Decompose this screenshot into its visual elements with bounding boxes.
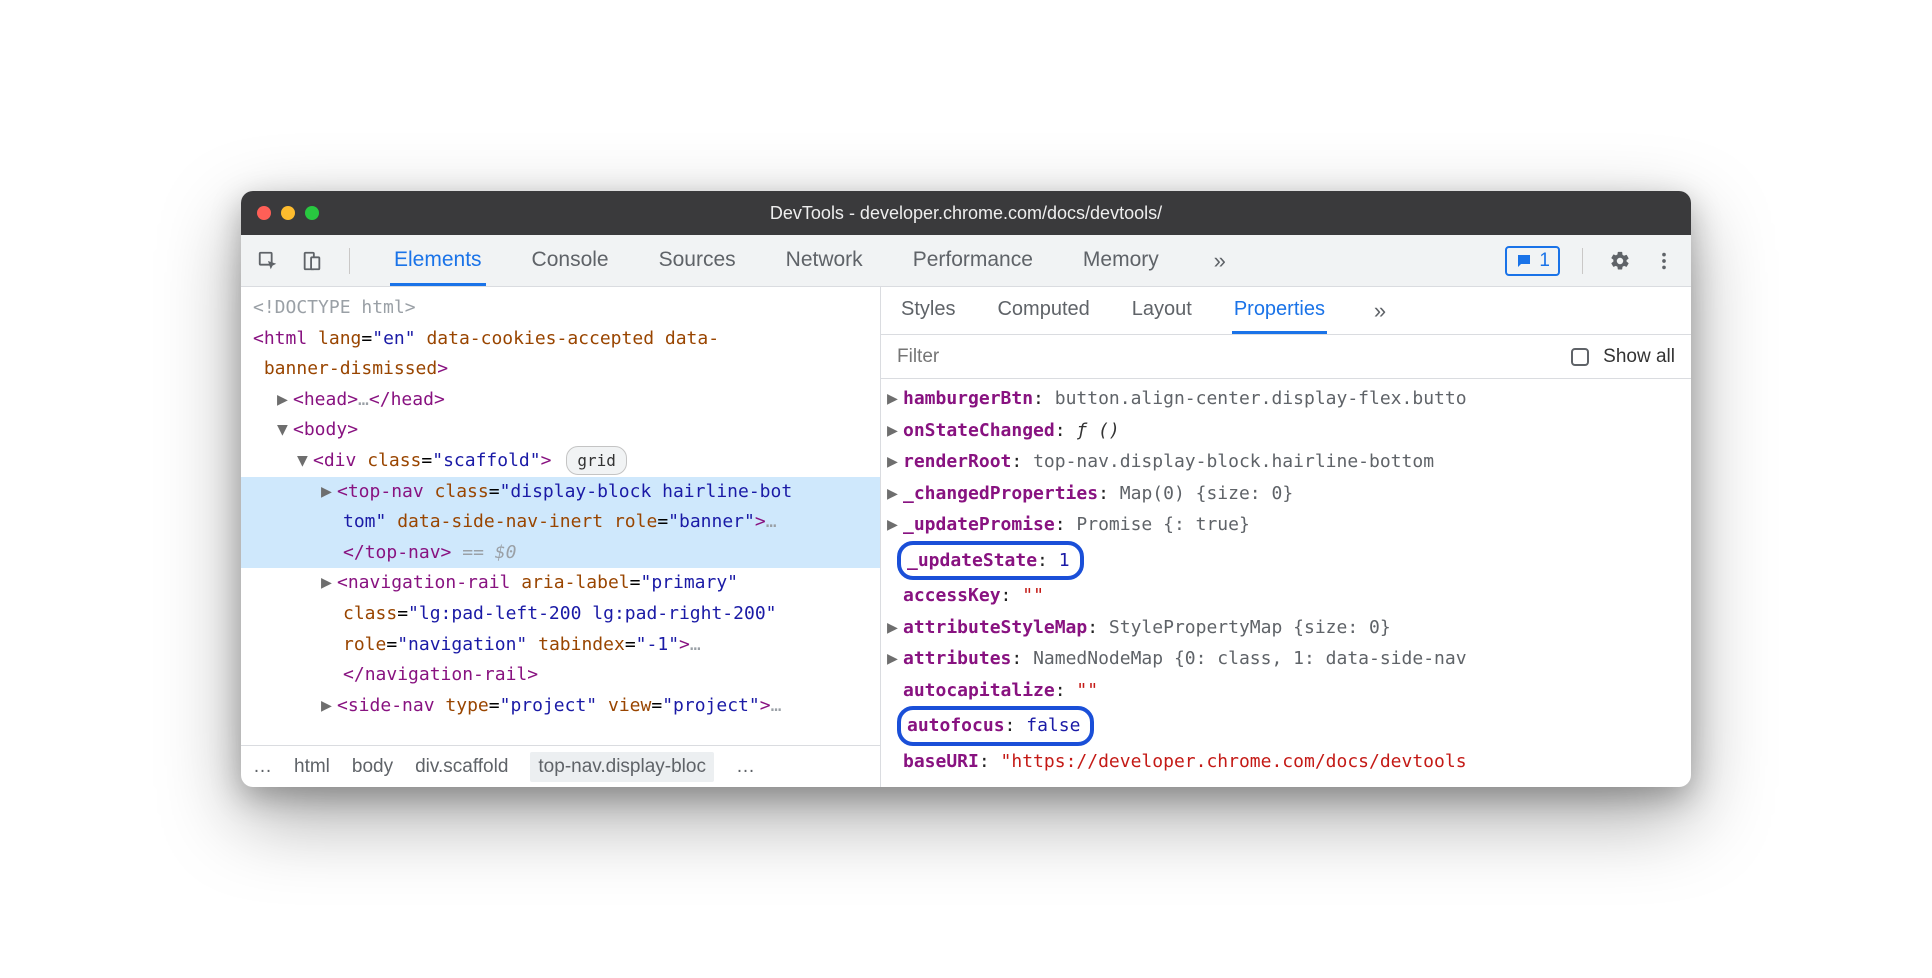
- breadcrumb-more-end[interactable]: …: [736, 756, 755, 778]
- property-row[interactable]: ▶renderRoot: top-nav.display-block.hairl…: [881, 446, 1691, 478]
- tab-network[interactable]: Network: [782, 236, 867, 286]
- maximize-window-button[interactable]: [305, 206, 319, 220]
- devtools-window: DevTools - developer.chrome.com/docs/dev…: [241, 191, 1691, 787]
- dom-selected-close[interactable]: </top-nav> == $0: [241, 538, 880, 569]
- main-tabs: Elements Console Sources Network Perform…: [390, 236, 1235, 286]
- close-window-button[interactable]: [257, 206, 271, 220]
- toolbar-divider: [1582, 248, 1583, 274]
- more-side-tabs-icon[interactable]: »: [1365, 296, 1395, 326]
- breadcrumb-body[interactable]: body: [352, 756, 393, 778]
- filter-input[interactable]: [897, 346, 1557, 368]
- breadcrumb-html[interactable]: html: [294, 756, 330, 778]
- kebab-menu-icon[interactable]: [1649, 246, 1679, 276]
- main-toolbar: Elements Console Sources Network Perform…: [241, 235, 1691, 287]
- show-all-checkbox[interactable]: [1571, 348, 1589, 366]
- dom-navigation-rail[interactable]: ▶<navigation-rail aria-label="primary": [241, 568, 880, 599]
- property-row[interactable]: ▶attributeStyleMap: StylePropertyMap {si…: [881, 612, 1691, 644]
- property-row[interactable]: ▶hamburgerBtn: button.align-center.displ…: [881, 383, 1691, 415]
- tab-properties[interactable]: Properties: [1232, 288, 1327, 334]
- filter-row: Show all: [881, 335, 1691, 379]
- elements-panel: <!DOCTYPE html> <html lang="en" data-coo…: [241, 287, 881, 787]
- tab-computed[interactable]: Computed: [995, 288, 1091, 334]
- titlebar: DevTools - developer.chrome.com/docs/dev…: [241, 191, 1691, 235]
- dom-tree[interactable]: <!DOCTYPE html> <html lang="en" data-coo…: [241, 287, 880, 745]
- property-row[interactable]: ▶attributes: NamedNodeMap {0: class, 1: …: [881, 643, 1691, 675]
- dom-selected-node-cont[interactable]: tom" data-side-nav-inert role="banner">…: [241, 507, 880, 538]
- dom-side-nav[interactable]: ▶<side-nav type="project" view="project"…: [241, 691, 880, 722]
- dom-doctype[interactable]: <!DOCTYPE html>: [241, 293, 880, 324]
- tab-sources[interactable]: Sources: [655, 236, 740, 286]
- property-row[interactable]: baseURI: "https://developer.chrome.com/d…: [881, 746, 1691, 778]
- dom-navigation-rail-cont[interactable]: class="lg:pad-left-200 lg:pad-right-200": [241, 599, 880, 630]
- window-controls: [257, 206, 319, 220]
- issues-count: 1: [1539, 250, 1550, 272]
- show-all-label: Show all: [1603, 346, 1675, 368]
- window-title: DevTools - developer.chrome.com/docs/dev…: [770, 203, 1162, 224]
- inspect-element-icon[interactable]: [253, 246, 283, 276]
- property-row[interactable]: autocapitalize: "": [881, 675, 1691, 707]
- property-row[interactable]: _updateState: 1: [881, 541, 1691, 581]
- properties-list[interactable]: ▶hamburgerBtn: button.align-center.displ…: [881, 379, 1691, 787]
- property-row[interactable]: ▶onStateChanged: ƒ (): [881, 415, 1691, 447]
- breadcrumb-scaffold[interactable]: div.scaffold: [415, 756, 508, 778]
- property-row[interactable]: autofocus: false: [881, 706, 1691, 746]
- tab-memory[interactable]: Memory: [1079, 236, 1163, 286]
- device-toolbar-icon[interactable]: [297, 246, 327, 276]
- toolbar-divider: [349, 248, 350, 274]
- breadcrumb-selected[interactable]: top-nav.display-bloc: [530, 752, 714, 782]
- dom-scaffold[interactable]: ▼<div class="scaffold"> grid: [241, 446, 880, 477]
- tab-performance[interactable]: Performance: [909, 236, 1037, 286]
- tab-console[interactable]: Console: [528, 236, 613, 286]
- minimize-window-button[interactable]: [281, 206, 295, 220]
- property-row[interactable]: ▶_updatePromise: Promise {: true}: [881, 509, 1691, 541]
- breadcrumb-more[interactable]: …: [253, 756, 272, 778]
- dom-body[interactable]: ▼<body>: [241, 415, 880, 446]
- property-row[interactable]: ▶_changedProperties: Map(0) {size: 0}: [881, 478, 1691, 510]
- tab-elements[interactable]: Elements: [390, 236, 486, 286]
- settings-icon[interactable]: [1605, 246, 1635, 276]
- sidebar-tabs: Styles Computed Layout Properties »: [881, 287, 1691, 335]
- tab-styles[interactable]: Styles: [899, 288, 957, 334]
- dom-html-open[interactable]: <html lang="en" data-cookies-accepted da…: [241, 324, 880, 385]
- dom-navigation-rail-cont2[interactable]: role="navigation" tabindex="-1">…: [241, 630, 880, 661]
- more-tabs-icon[interactable]: »: [1205, 246, 1235, 276]
- property-row[interactable]: accessKey: "": [881, 580, 1691, 612]
- breadcrumb[interactable]: … html body div.scaffold top-nav.display…: [241, 745, 880, 787]
- grid-badge[interactable]: grid: [566, 446, 627, 475]
- sidebar-panel: Styles Computed Layout Properties » Show…: [881, 287, 1691, 787]
- dom-selected-node[interactable]: ⋯▶<top-nav class="display-block hairline…: [241, 477, 880, 508]
- dom-navigation-rail-close[interactable]: </navigation-rail>: [241, 660, 880, 691]
- issues-badge[interactable]: 1: [1505, 246, 1560, 276]
- dom-head[interactable]: ▶<head>…</head>: [241, 385, 880, 416]
- tab-layout[interactable]: Layout: [1130, 288, 1194, 334]
